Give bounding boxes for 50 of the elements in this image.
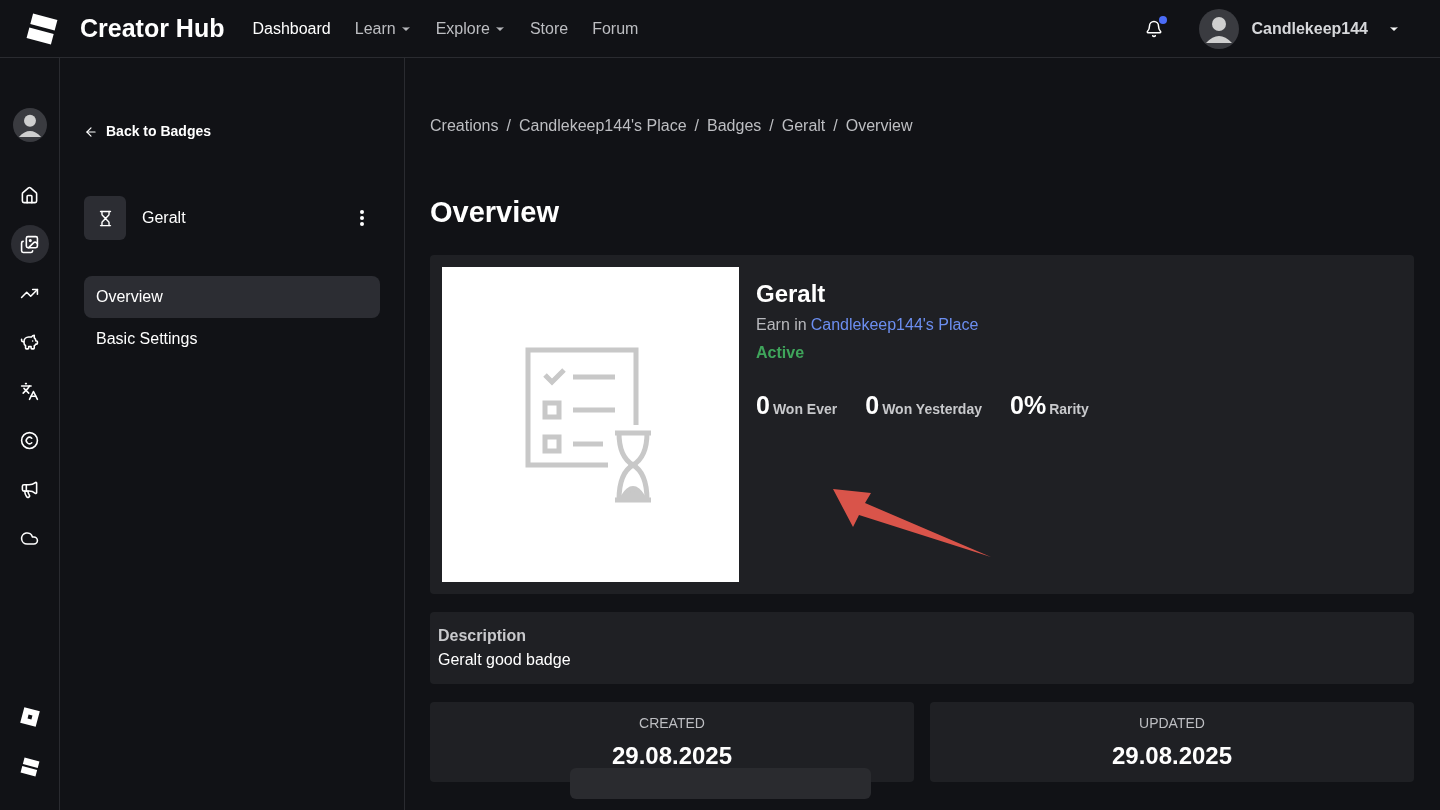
nav-link[interactable]: Forum (592, 16, 639, 41)
side-menu-item[interactable]: Overview (84, 276, 380, 318)
status-label: Active (756, 343, 806, 363)
date-value: 29.08.2025 (1111, 741, 1233, 771)
stat-label: Won Ever (772, 400, 838, 419)
badge-name: Geralt (142, 208, 186, 228)
breadcrumb-separator: / (506, 116, 511, 136)
stat-value: 0% (1010, 390, 1047, 421)
back-link[interactable]: Back to Badges (84, 121, 380, 142)
breadcrumb-link[interactable]: Candlekeep144's Place (518, 114, 687, 138)
translate-icon (20, 381, 39, 401)
copyright-icon (20, 430, 39, 450)
place-link[interactable]: Candlekeep144's Place (810, 313, 979, 337)
date-label: CREATED (639, 714, 705, 733)
back-label[interactable]: Back to Badges (106, 121, 212, 142)
stat-value: 0 (756, 390, 770, 421)
nav-link[interactable]: Learn (354, 16, 396, 41)
breadcrumb-separator: / (694, 116, 699, 136)
side-menu-item[interactable]: Basic Settings (84, 318, 380, 360)
studio-logo-icon (18, 756, 41, 778)
avatar-icon (12, 108, 47, 142)
nav-link[interactable]: Explore (435, 16, 490, 41)
stat-value: 0 (865, 390, 880, 421)
breadcrumb-separator: / (769, 116, 774, 136)
username[interactable]: Candlekeep144 (1251, 16, 1368, 41)
earn-label: Earn in (756, 315, 807, 335)
stat-label: Rarity (1049, 400, 1089, 419)
piggy-bank-icon (20, 332, 39, 352)
breadcrumb-link[interactable]: Geralt (781, 114, 826, 138)
description-label: Description (438, 626, 527, 646)
breadcrumb-link[interactable]: Creations (430, 114, 499, 138)
home-icon (20, 185, 39, 205)
square-logo-icon (18, 706, 41, 728)
date-value: 29.08.2025 (611, 741, 733, 771)
stat-label: Won Yesterday (882, 400, 982, 419)
badge-title: Geralt (756, 279, 827, 309)
breadcrumb-link[interactable]: Overview (845, 114, 913, 138)
description-text: Geralt good badge (438, 650, 572, 670)
nav-link[interactable]: Store (529, 16, 569, 41)
more-icon (360, 210, 364, 226)
images-icon (20, 234, 39, 254)
date-label: UPDATED (1139, 714, 1205, 733)
page-title: Overview (430, 198, 560, 227)
megaphone-icon (20, 479, 39, 499)
nav-link[interactable]: Dashboard (252, 16, 331, 41)
breadcrumb-separator: / (833, 116, 838, 136)
avatar-icon (1199, 8, 1240, 49)
rail-button[interactable] (10, 225, 49, 263)
breadcrumb-link[interactable]: Badges (707, 114, 762, 138)
brand-title: Creator Hub (80, 12, 225, 44)
